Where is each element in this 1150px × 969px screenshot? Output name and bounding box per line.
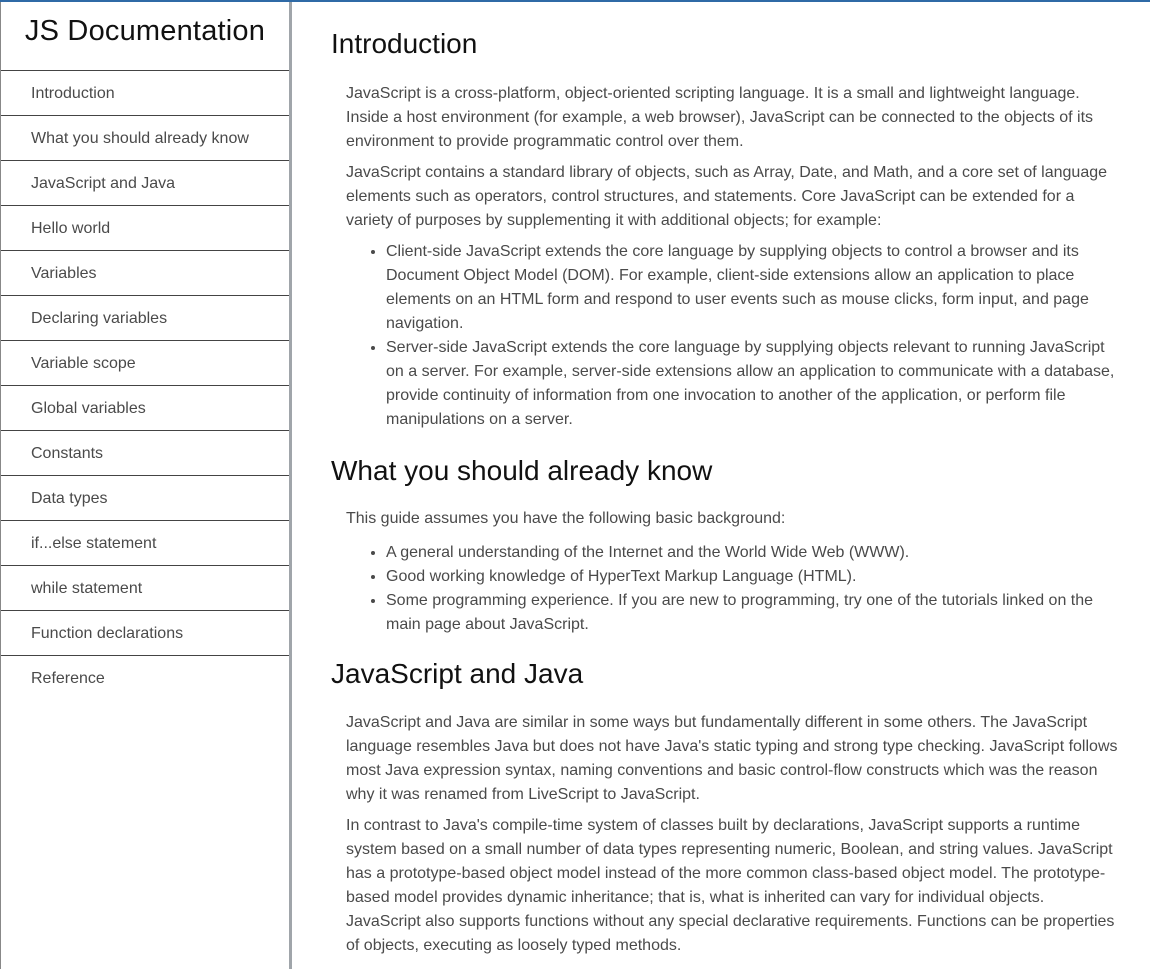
list-item: Good working knowledge of HyperText Mark…	[386, 565, 1118, 589]
section-paragraph: In contrast to Java's compile-time syste…	[346, 817, 1115, 954]
bullet-list: Client-side JavaScript extends the core …	[346, 240, 1118, 432]
section-heading: JavaScript and Java	[331, 658, 584, 689]
list-item: Client-side JavaScript extends the core …	[386, 240, 1118, 336]
nav-list: Introduction What you should already kno…	[1, 71, 289, 701]
navbar: JS Documentation Introduction What you s…	[0, 2, 292, 969]
navbar-title: JS Documentation	[24, 15, 266, 47]
nav-link-data-types[interactable]: Data types	[1, 476, 289, 521]
nav-link-reference[interactable]: Reference	[1, 656, 289, 701]
main-doc: Introduction JavaScript is a cross-platf…	[292, 2, 1150, 969]
section-paragraph: JavaScript is a cross-platform, object-o…	[346, 85, 1094, 150]
nav-link-global-variables[interactable]: Global variables	[1, 386, 289, 431]
nav-link-if-else-statement[interactable]: if...else statement	[1, 521, 289, 566]
nav-link-declaring-variables[interactable]: Declaring variables	[1, 296, 289, 341]
nav-link-while-statement[interactable]: while statement	[1, 566, 289, 611]
navbar-header: JS Documentation	[1, 2, 289, 71]
section-paragraph: JavaScript and Java are similar in some …	[346, 714, 1118, 803]
section-heading: Introduction	[331, 28, 478, 59]
nav-link-variables[interactable]: Variables	[1, 251, 289, 296]
section-introduction: Introduction JavaScript is a cross-platf…	[331, 27, 1118, 432]
nav-link-variable-scope[interactable]: Variable scope	[1, 341, 289, 386]
section-what-you-should-already-know: What you should already know This guide …	[331, 454, 1118, 637]
list-item: Server-side JavaScript extends the core …	[386, 336, 1118, 432]
nav-link-constants[interactable]: Constants	[1, 431, 289, 476]
section-javascript-and-java: JavaScript and Java JavaScript and Java …	[331, 657, 1118, 958]
nav-link-introduction[interactable]: Introduction	[1, 71, 289, 116]
section-paragraph: JavaScript contains a standard library o…	[346, 164, 1108, 229]
section-heading: What you should already know	[331, 455, 713, 486]
list-item: Some programming experience. If you are …	[386, 589, 1118, 637]
bullet-list: A general understanding of the Internet …	[346, 541, 1118, 637]
nav-link-what-you-should-already-know[interactable]: What you should already know	[1, 116, 289, 161]
nav-link-javascript-and-java[interactable]: JavaScript and Java	[1, 161, 289, 206]
nav-link-function-declarations[interactable]: Function declarations	[1, 611, 289, 656]
nav-link-hello-world[interactable]: Hello world	[1, 206, 289, 251]
list-item: A general understanding of the Internet …	[386, 541, 1118, 565]
section-paragraph: This guide assumes you have the followin…	[346, 510, 786, 527]
page: JS Documentation Introduction What you s…	[0, 0, 1150, 969]
